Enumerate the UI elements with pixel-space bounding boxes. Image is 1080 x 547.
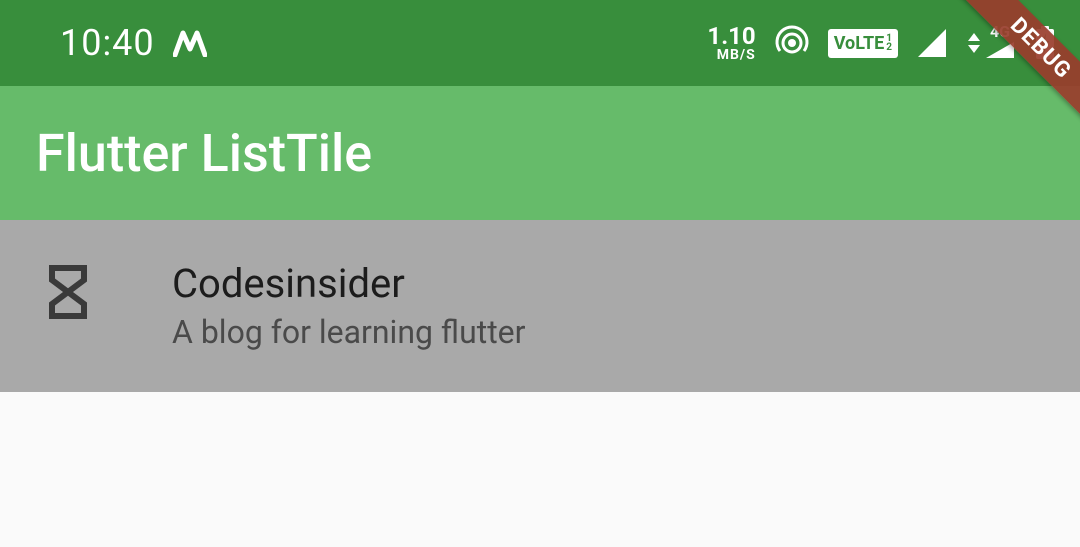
carrier-logo-icon [173,29,207,57]
network-speed-indicator: 1.10 MB/S [707,24,755,62]
hourglass-icon [44,260,92,320]
list-tile-title: Codesinsider [172,260,525,307]
status-time: 10:40 [60,22,155,64]
data-arrows-icon [966,31,982,55]
network-speed-value: 1.10 [707,24,755,48]
android-status-bar: 10:40 1.10 MB/S VoLTE 12 [0,0,1080,86]
list-tile[interactable]: Codesinsider A blog for learning flutter [0,220,1080,392]
volte-label: VoLTE [834,33,885,54]
signal-icon [916,27,948,59]
hotspot-icon [774,25,810,61]
network-speed-unit: MB/S [717,48,756,62]
app-bar: Flutter ListTile [0,86,1080,220]
app-bar-title: Flutter ListTile [36,123,372,184]
volte-sim-indicator: 12 [886,34,892,52]
list-tile-content: Codesinsider A blog for learning flutter [172,260,525,351]
status-left: 10:40 [60,22,207,64]
list-tile-subtitle: A blog for learning flutter [172,313,525,351]
volte-badge-icon: VoLTE 12 [828,29,898,58]
